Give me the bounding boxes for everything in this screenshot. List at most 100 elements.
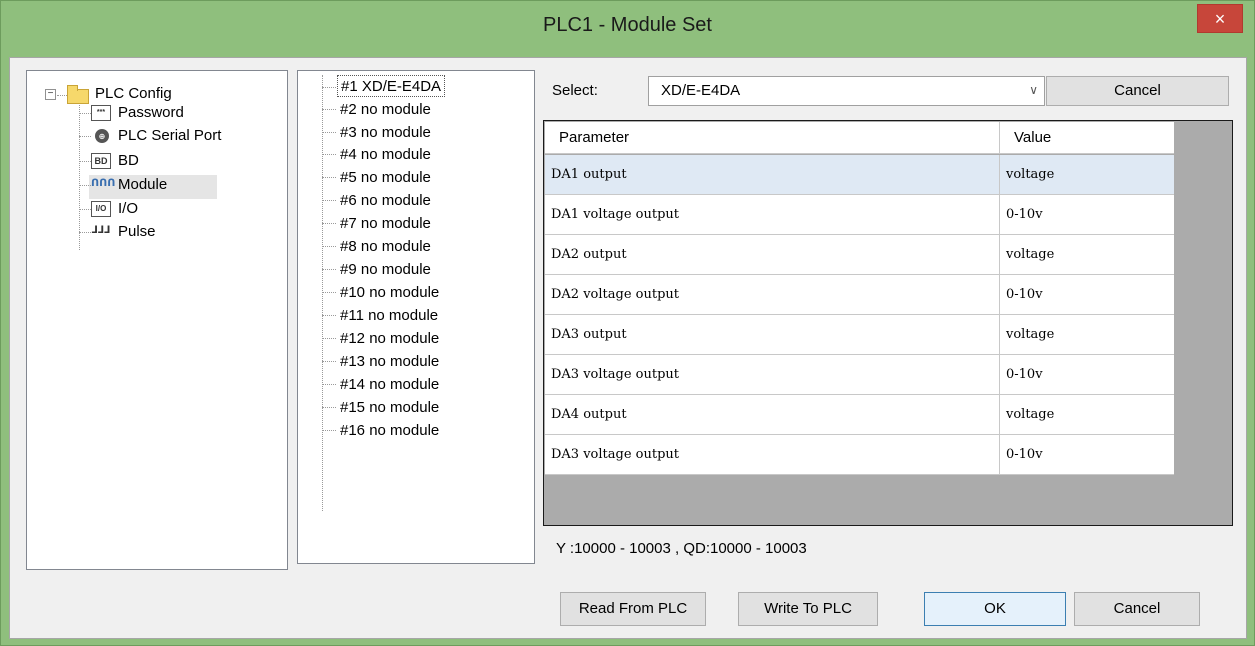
read-from-plc-button[interactable]: Read From PLC <box>560 592 706 626</box>
list-connector <box>322 75 323 511</box>
list-connector <box>322 407 336 408</box>
tree-connector <box>79 161 91 162</box>
parameter-cell: DA3 voltage output <box>551 367 680 382</box>
parameter-cell: DA1 voltage output <box>551 207 680 222</box>
list-connector <box>322 246 336 247</box>
module-slot-5[interactable]: #5 no module <box>340 167 431 189</box>
tree-connector <box>57 95 67 96</box>
table-row[interactable]: DA2 voltage output 0-10v <box>545 275 1174 315</box>
table-row[interactable]: DA4 output voltage <box>545 395 1174 435</box>
table-row[interactable]: DA3 output voltage <box>545 315 1174 355</box>
list-connector <box>322 338 336 339</box>
table-row[interactable]: DA1 output voltage <box>545 155 1174 195</box>
module-slot-1[interactable]: #1 XD/E-E4DA <box>337 75 446 97</box>
table-row[interactable]: DA2 output voltage <box>545 235 1174 275</box>
tree-connector <box>79 136 91 137</box>
module-slot-3[interactable]: #3 no module <box>340 122 431 144</box>
list-connector <box>322 154 336 155</box>
parameter-grid: Parameter Value DA1 output voltage DA1 v… <box>543 120 1233 526</box>
tree-root-plc-config[interactable]: PLC Config <box>95 84 172 104</box>
list-connector <box>322 87 336 88</box>
list-connector <box>322 269 336 270</box>
io-icon: I/O <box>91 201 111 217</box>
list-connector <box>322 315 336 316</box>
parameter-cell: DA3 output <box>551 327 627 342</box>
pulse-icon: ᒧᒧᒧ <box>91 224 111 240</box>
close-button[interactable]: × <box>1197 4 1243 33</box>
module-slot-8[interactable]: #8 no module <box>340 236 431 258</box>
value-cell[interactable]: voltage <box>1000 235 1174 275</box>
value-cell[interactable]: 0-10v <box>1000 275 1174 315</box>
list-connector <box>322 292 336 293</box>
config-tree[interactable]: − PLC Config *** Password ⊕ PLC Serial P… <box>26 70 288 570</box>
module-slot-4[interactable]: #4 no module <box>340 144 431 166</box>
module-set-window: PLC1 - Module Set × − PLC Config *** Pas… <box>0 0 1255 646</box>
list-connector <box>322 223 336 224</box>
parameter-cell: DA2 voltage output <box>551 287 680 302</box>
value-cell[interactable]: 0-10v <box>1000 355 1174 395</box>
write-to-plc-button[interactable]: Write To PLC <box>738 592 878 626</box>
list-connector <box>322 430 336 431</box>
tree-connector <box>79 105 80 250</box>
value-cell[interactable]: voltage <box>1000 155 1174 195</box>
tree-connector <box>79 113 91 114</box>
list-connector <box>322 177 336 178</box>
module-slot-2[interactable]: #2 no module <box>340 99 431 121</box>
module-slot-9[interactable]: #9 no module <box>340 259 431 281</box>
module-icon: ᑎᑎᑎ <box>91 178 116 189</box>
parameter-cell: DA4 output <box>551 407 627 422</box>
tree-item-pulse[interactable]: Pulse <box>118 222 156 242</box>
serial-port-icon: ⊕ <box>95 129 109 143</box>
tree-connector <box>79 209 91 210</box>
module-type-dropdown[interactable]: XD/E-E4DA ∨ <box>648 76 1045 106</box>
module-slot-12[interactable]: #12 no module <box>340 328 439 350</box>
module-slot-16[interactable]: #16 no module <box>340 420 439 442</box>
tree-item-plc-serial-port[interactable]: PLC Serial Port <box>118 126 221 146</box>
tree-item-password[interactable]: Password <box>118 103 184 123</box>
chevron-down-icon[interactable]: ∨ <box>1029 83 1038 97</box>
module-slot-7[interactable]: #7 no module <box>340 213 431 235</box>
select-label: Select: <box>552 82 598 99</box>
column-header-value[interactable]: Value <box>1000 122 1174 154</box>
parameter-cell: DA2 output <box>551 247 627 262</box>
folder-icon <box>67 85 89 104</box>
table-row[interactable]: DA3 voltage output 0-10v <box>545 435 1174 475</box>
password-icon: *** <box>91 105 111 121</box>
address-range-text: Y :10000 - 10003 , QD:10000 - 10003 <box>556 540 807 557</box>
value-cell[interactable]: 0-10v <box>1000 195 1174 235</box>
tree-connector <box>79 185 91 186</box>
value-cell[interactable]: 0-10v <box>1000 435 1174 475</box>
tree-item-io[interactable]: I/O <box>118 199 138 219</box>
table-row[interactable]: DA1 voltage output 0-10v <box>545 195 1174 235</box>
title-bar[interactable]: PLC1 - Module Set × <box>1 1 1254 45</box>
list-connector <box>322 200 336 201</box>
module-slot-13[interactable]: #13 no module <box>340 351 439 373</box>
dialog-client-area: − PLC Config *** Password ⊕ PLC Serial P… <box>9 57 1247 639</box>
column-header-parameter[interactable]: Parameter <box>545 122 999 154</box>
value-cell[interactable]: voltage <box>1000 395 1174 435</box>
table-row[interactable]: DA3 voltage output 0-10v <box>545 355 1174 395</box>
collapse-icon[interactable]: − <box>45 89 56 100</box>
value-cell[interactable]: voltage <box>1000 315 1174 355</box>
grid-header: Parameter Value <box>545 122 1174 154</box>
module-slot-10[interactable]: #10 no module <box>340 282 439 304</box>
list-connector <box>322 384 336 385</box>
cancel-button[interactable]: Cancel <box>1074 592 1200 626</box>
module-slot-14[interactable]: #14 no module <box>340 374 439 396</box>
window-title: PLC1 - Module Set <box>543 14 712 36</box>
parameter-cell: DA1 output <box>551 167 627 182</box>
bd-icon: BD <box>91 153 111 169</box>
tree-item-module[interactable]: Module <box>118 175 167 195</box>
list-connector <box>322 109 336 110</box>
tree-connector <box>79 232 91 233</box>
ok-button[interactable]: OK <box>924 592 1066 626</box>
parameter-cell: DA3 voltage output <box>551 447 680 462</box>
list-connector <box>322 132 336 133</box>
module-slot-list[interactable]: #1 XD/E-E4DA #2 no module #3 no module #… <box>297 70 535 564</box>
module-slot-15[interactable]: #15 no module <box>340 397 439 419</box>
module-slot-11[interactable]: #11 no module <box>340 305 438 327</box>
list-connector <box>322 361 336 362</box>
top-cancel-button[interactable]: Cancel <box>1046 76 1229 106</box>
tree-item-bd[interactable]: BD <box>118 151 139 171</box>
module-slot-6[interactable]: #6 no module <box>340 190 431 212</box>
